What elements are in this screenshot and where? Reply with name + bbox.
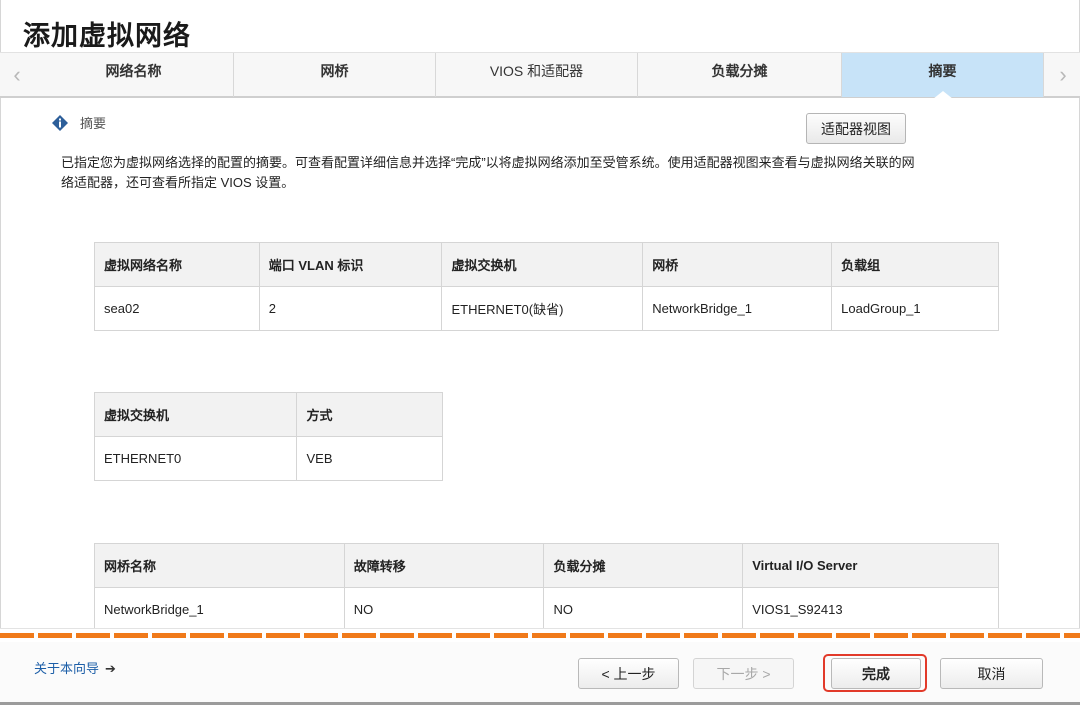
column-header: Virtual I/O Server [742, 543, 999, 588]
tab-summary[interactable]: 摘要 [842, 53, 1044, 99]
tab-vios-adapters[interactable]: VIOS 和适配器 [436, 53, 638, 97]
summary-description: 已指定您为虚拟网络选择的配置的摘要。可查看配置详细信息并选择“完成”以将虚拟网络… [61, 155, 915, 190]
table-cell: VIOS1_S92413 [742, 587, 999, 632]
table-row: ETHERNET0 VEB [93, 436, 443, 481]
table-header-row: 虚拟交换机 方式 [93, 392, 443, 437]
table-header-row: 网桥名称 故障转移 负载分摊 Virtual I/O Server [94, 543, 999, 588]
table-cell: ETHERNET0(缺省) [441, 286, 644, 331]
table-cell: 2 [258, 286, 443, 331]
about-wizard-link[interactable]: 关于本向导 ➔ [34, 658, 116, 677]
table-row: NetworkBridge_1 NO NO VIOS1_S92413 [94, 587, 999, 632]
column-header: 负载组 [831, 242, 999, 287]
table-cell: NetworkBridge_1 [642, 286, 833, 331]
column-header: 方式 [296, 392, 443, 437]
column-header: 网桥 [642, 242, 833, 287]
virtual-network-table: 虚拟网络名称 端口 VLAN 标识 虚拟交换机 网桥 负载组 sea02 2 E… [94, 242, 999, 331]
table-cell: VEB [296, 436, 443, 481]
column-header: 虚拟网络名称 [94, 242, 260, 287]
column-header: 虚拟交换机 [93, 392, 298, 437]
network-bridge-table: 网桥名称 故障转移 负载分摊 Virtual I/O Server Networ… [94, 543, 999, 632]
column-header: 网桥名称 [94, 543, 345, 588]
table-cell: ETHERNET0 [93, 436, 298, 481]
chevron-left-icon[interactable]: ‹ [0, 53, 34, 97]
arrow-right-icon: ➔ [105, 661, 116, 676]
table-cell: LoadGroup_1 [831, 286, 999, 331]
page-title: 添加虚拟网络 [23, 21, 191, 51]
progress-dashes [0, 633, 1080, 638]
table-cell: sea02 [94, 286, 260, 331]
tab-bridge[interactable]: 网桥 [234, 53, 436, 97]
previous-button[interactable]: < 上一步 [578, 658, 679, 689]
column-header: 端口 VLAN 标识 [258, 242, 443, 287]
table-header-row: 虚拟网络名称 端口 VLAN 标识 虚拟交换机 网桥 负载组 [94, 242, 999, 287]
adapter-view-button[interactable]: 适配器视图 [806, 113, 906, 144]
progress-strip [0, 628, 1080, 642]
tab-load-balancing[interactable]: 负载分摊 [638, 53, 842, 97]
about-wizard-label: 关于本向导 [34, 661, 100, 676]
info-icon [52, 114, 68, 131]
table-cell: NO [543, 587, 744, 632]
cancel-button[interactable]: 取消 [940, 658, 1043, 689]
column-header: 虚拟交换机 [441, 242, 644, 287]
wizard-tab-bar: ‹ 网络名称 网桥 VIOS 和适配器 负载分摊 摘要 › [0, 52, 1080, 99]
tab-network-name[interactable]: 网络名称 [34, 53, 234, 97]
table-row: sea02 2 ETHERNET0(缺省) NetworkBridge_1 Lo… [94, 286, 999, 331]
next-button[interactable]: 下一步 > [693, 658, 794, 689]
finish-button[interactable]: 完成 [831, 658, 921, 689]
summary-heading: 摘要 [52, 113, 106, 132]
column-header: 故障转移 [343, 543, 545, 588]
column-header: 负载分摊 [543, 543, 744, 588]
summary-heading-label: 摘要 [80, 116, 107, 131]
chevron-right-icon[interactable]: › [1046, 53, 1080, 97]
virtual-switch-table: 虚拟交换机 方式 ETHERNET0 VEB [93, 392, 443, 481]
table-cell: NetworkBridge_1 [94, 587, 345, 632]
table-cell: NO [343, 587, 545, 632]
